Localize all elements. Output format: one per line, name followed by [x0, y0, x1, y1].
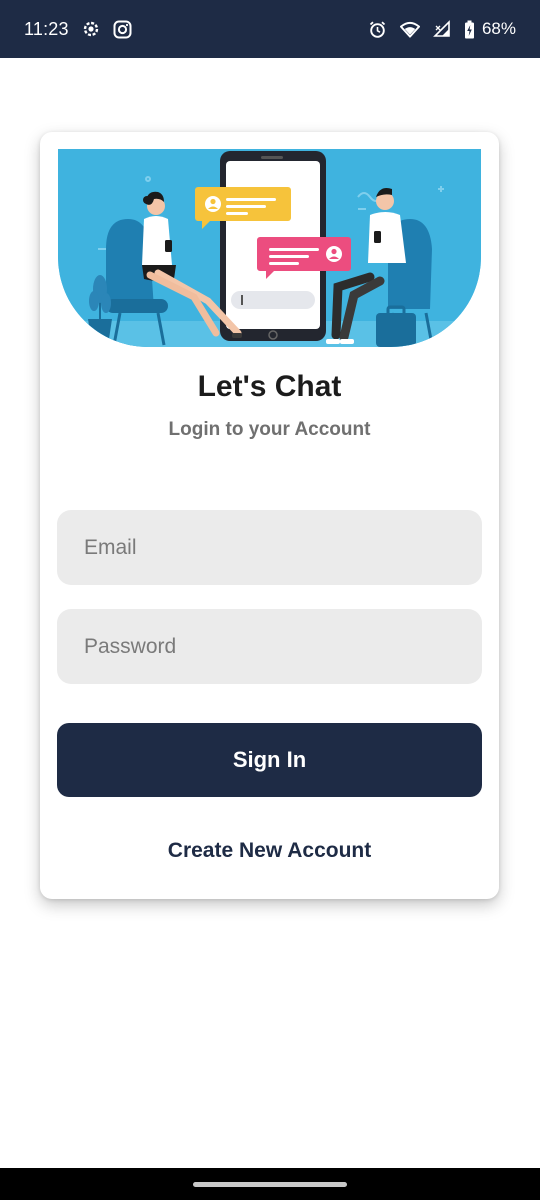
battery-percent: 68%	[481, 19, 516, 38]
settings-icon	[81, 19, 101, 39]
home-gesture-handle[interactable]	[193, 1182, 347, 1187]
status-time: 11:23	[24, 18, 69, 39]
password-input[interactable]	[57, 609, 482, 684]
login-subtitle: Login to your Account	[168, 419, 371, 440]
app-title: Let's Chat	[197, 370, 342, 403]
login-card: Let's Chat Login to your Account Sign In…	[40, 132, 499, 899]
sign-in-button[interactable]: Sign In	[57, 723, 482, 797]
navigation-bar	[0, 1168, 540, 1200]
status-bar-left: 11:23	[24, 19, 133, 40]
signal-icon	[432, 19, 452, 39]
wifi-icon	[399, 19, 420, 39]
chat-illustration	[58, 149, 481, 347]
status-bar: 11:23 68%	[0, 0, 540, 58]
alarm-icon	[368, 19, 388, 39]
status-bar-right: 68%	[368, 19, 516, 39]
battery-charging-icon	[464, 19, 476, 39]
email-input[interactable]	[57, 510, 482, 585]
create-account-link[interactable]: Create New Account	[40, 839, 499, 863]
instagram-icon	[113, 19, 133, 39]
